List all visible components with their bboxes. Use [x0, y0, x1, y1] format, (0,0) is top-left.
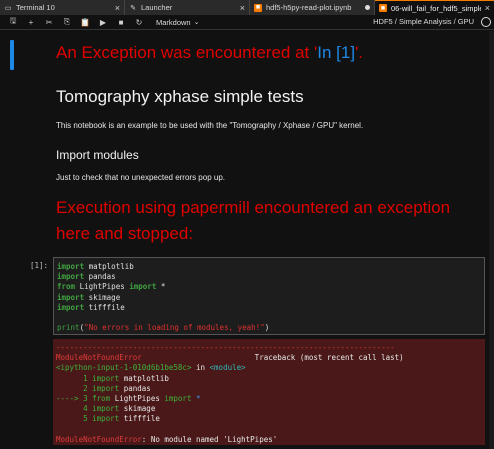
chevron-down-icon: ⌄ — [193, 19, 200, 26]
stop-icon[interactable]: ■ — [112, 15, 130, 29]
tab-label: 06-will_fail_for_hdf5_simple — [391, 3, 481, 13]
copy-icon[interactable]: ⎘ — [58, 15, 76, 29]
scrollbar[interactable] — [489, 31, 494, 449]
error-output: ----------------------------------------… — [53, 339, 485, 445]
tab-label: hdf5-h5py-read-plot.ipynb — [266, 3, 352, 12]
papermill-heading-line1: Execution using papermill encountered an… — [56, 198, 451, 217]
cut-icon[interactable]: ✂ — [40, 15, 58, 29]
kernel-name[interactable]: HDF5 / Simple Analysis / GPU — [373, 17, 474, 26]
notebook-icon: ■ — [379, 4, 387, 12]
cell-type-select[interactable]: Markdown ⌄ — [156, 18, 199, 27]
code-cell-editor[interactable]: import matplotlib import pandas from Lig… — [53, 257, 485, 335]
kernel-status-icon — [481, 17, 491, 27]
tab-label: Terminal 10 — [16, 3, 55, 12]
run-icon[interactable]: ▶ — [94, 15, 112, 29]
paste-icon[interactable]: 📋 — [76, 15, 94, 29]
launcher-icon: ✎ — [130, 4, 136, 12]
close-icon[interactable]: × — [240, 3, 245, 13]
add-cell-icon[interactable]: + — [22, 15, 40, 29]
notebook-panel: An Exception was encountered at 'In [1]'… — [0, 31, 494, 449]
exception-cell-link[interactable]: In [1] — [317, 43, 355, 62]
exception-header-suffix: '. — [355, 43, 364, 62]
import-heading: Import modules — [56, 148, 139, 162]
tab-bar: ▭ Terminal 10 × ✎ Launcher × ■ hdf5-h5py… — [0, 0, 494, 15]
notebook-toolbar: 🖫 + ✂ ⎘ 📋 ▶ ■ ↻ Markdown ⌄ HDF5 / Simple… — [0, 15, 494, 30]
terminal-icon: ▭ — [4, 4, 12, 12]
cell-type-label: Markdown — [156, 17, 191, 27]
cell-collapser[interactable] — [10, 40, 14, 70]
close-icon[interactable]: × — [485, 3, 490, 13]
restart-icon[interactable]: ↻ — [130, 15, 148, 29]
tab-terminal[interactable]: ▭ Terminal 10 × — [0, 0, 125, 15]
cell-prompt: [1]: — [30, 261, 49, 270]
tab-active-notebook[interactable]: ■ 06-will_fail_for_hdf5_simple × — [375, 0, 494, 15]
tab-label: Launcher — [141, 3, 173, 12]
intro-text: This notebook is an example to be used w… — [56, 121, 364, 130]
tab-hdf5-notebook[interactable]: ■ hdf5-h5py-read-plot.ipynb — [250, 0, 375, 15]
import-text: Just to check that no unexpected errors … — [56, 173, 225, 182]
exception-header: An Exception was encountered at 'In [1]'… — [56, 40, 363, 66]
save-icon[interactable]: 🖫 — [4, 15, 22, 29]
papermill-heading-line2: here and stopped: — [56, 224, 194, 243]
exception-header-prefix: An Exception was encountered at ' — [56, 43, 318, 62]
page-title: Tomography xphase simple tests — [56, 87, 304, 106]
unsaved-dot-icon[interactable] — [365, 5, 370, 10]
close-icon[interactable]: × — [115, 3, 120, 13]
notebook-icon: ■ — [254, 3, 262, 12]
tab-launcher[interactable]: ✎ Launcher × — [125, 0, 250, 15]
